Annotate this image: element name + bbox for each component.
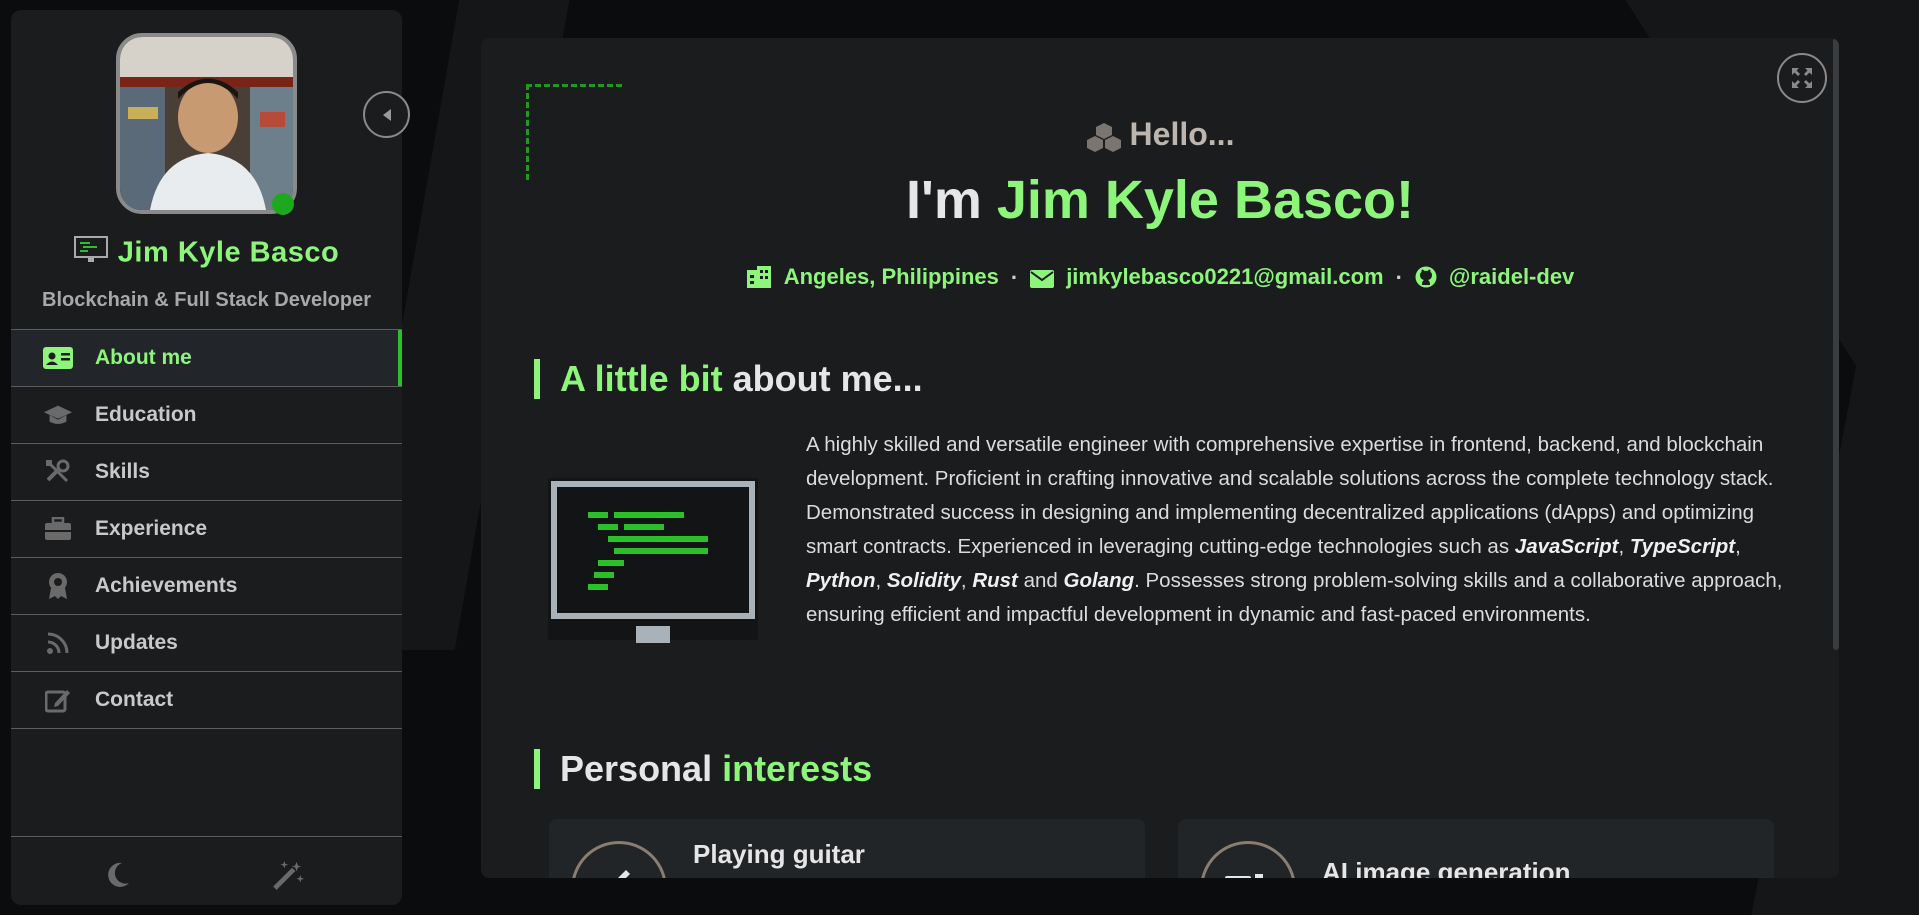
graduation-cap-icon	[43, 401, 73, 429]
sidebar-nav: About me Education Skills Experience Ach…	[11, 329, 402, 729]
conjunction: and	[1017, 569, 1064, 592]
interest-title: AI image generation	[1322, 857, 1571, 878]
expand-button[interactable]	[1777, 53, 1827, 103]
interest-title: Playing guitar	[693, 839, 865, 869]
email-link[interactable]: jimkylebasco0221@gmail.com	[1066, 264, 1383, 289]
online-status-dot	[272, 193, 294, 215]
separator: ·	[1010, 264, 1019, 290]
tech-python: Python	[806, 569, 876, 592]
briefcase-icon	[43, 515, 73, 543]
sidebar-item-about-me[interactable]: About me	[11, 329, 402, 386]
comma: ,	[1735, 535, 1741, 558]
sidebar-role: Blockchain & Full Stack Developer	[42, 289, 371, 311]
email-item[interactable]: jimkylebasco0221@gmail.com	[1030, 264, 1384, 294]
caret-left-icon	[382, 108, 391, 121]
avatar	[116, 33, 297, 214]
sidebar-item-label: About me	[95, 346, 192, 369]
hello-heading: Hello...	[481, 116, 1839, 153]
rss-icon	[43, 629, 73, 657]
tech-typescript: TypeScript	[1629, 535, 1736, 558]
sidebar-footer	[11, 836, 402, 905]
interests-section-title: Personal interests	[534, 749, 872, 789]
sidebar-item-education[interactable]: Education	[11, 386, 402, 443]
main-panel: Hello... I'm Jim Kyle Basco! Angeles, Ph…	[481, 38, 1839, 878]
sidebar-item-label: Achievements	[95, 574, 238, 597]
moon-icon[interactable]	[102, 859, 134, 891]
about-title-green: A little bit	[560, 358, 723, 399]
sidebar-item-label: Education	[95, 403, 197, 426]
sidebar-item-label: Contact	[95, 688, 174, 711]
hello-text: Hello...	[1129, 116, 1235, 152]
tools-icon	[43, 458, 73, 486]
monitor-icon	[73, 236, 108, 272]
headline: I'm Jim Kyle Basco!	[481, 169, 1839, 231]
interest-card-guitar[interactable]: Playing guitar	[549, 819, 1145, 878]
sidebar-name: Jim Kyle Basco	[117, 236, 340, 269]
sidebar-item-achievements[interactable]: Achievements	[11, 557, 402, 614]
sidebar-item-label: Skills	[95, 460, 150, 483]
interest-card-ai-image[interactable]: AI image generation	[1178, 819, 1774, 878]
id-card-icon	[43, 344, 73, 372]
cubes-icon	[1086, 122, 1121, 152]
about-title-white: about me...	[722, 358, 923, 399]
tech-rust: Rust	[972, 569, 1018, 592]
contact-row: Angeles, Philippines · jimkylebasco0221@…	[481, 264, 1839, 294]
comma: ,	[1618, 535, 1630, 558]
comma: ,	[960, 569, 973, 592]
tech-solidity: Solidity	[886, 569, 961, 592]
sidebar-item-contact[interactable]: Contact	[11, 671, 402, 728]
sidebar-item-skills[interactable]: Skills	[11, 443, 402, 500]
tech-javascript: JavaScript	[1514, 535, 1619, 558]
computer-illustration	[548, 478, 758, 662]
image-icon	[1200, 841, 1296, 878]
guitar-icon	[571, 841, 667, 878]
profile-photo	[120, 37, 293, 210]
edit-icon	[43, 686, 73, 714]
collapse-sidebar-button[interactable]	[363, 91, 410, 138]
about-paragraph: A highly skilled and versatile engineer …	[806, 428, 1796, 632]
sidebar-item-updates[interactable]: Updates	[11, 614, 402, 671]
magic-wand-icon[interactable]	[273, 859, 305, 891]
envelope-icon	[1030, 268, 1055, 294]
separator: ·	[1395, 264, 1403, 290]
comma: ,	[875, 569, 887, 592]
sidebar-item-label: Experience	[95, 517, 208, 540]
github-icon	[1415, 266, 1437, 294]
interests-title-white: Personal	[560, 748, 723, 789]
location-text: Angeles, Philippines	[783, 264, 999, 289]
sidebar-item-label: Updates	[95, 631, 178, 654]
location-item: Angeles, Philippines	[746, 264, 999, 294]
sidebar-item-experience[interactable]: Experience	[11, 500, 402, 557]
github-link[interactable]: @raidel-dev	[1449, 264, 1574, 289]
interests-title-green: interests	[722, 748, 873, 789]
sidebar: Jim Kyle Basco Blockchain & Full Stack D…	[11, 10, 402, 905]
headline-prefix: I'm	[905, 170, 997, 230]
about-section-title: A little bit about me...	[534, 359, 923, 399]
headline-name: Jim Kyle Basco!	[996, 170, 1415, 230]
github-item[interactable]: @raidel-dev	[1415, 264, 1574, 294]
expand-icon	[1792, 68, 1812, 88]
tech-golang: Golang	[1063, 569, 1135, 592]
city-icon	[746, 266, 772, 294]
award-icon	[43, 572, 73, 600]
